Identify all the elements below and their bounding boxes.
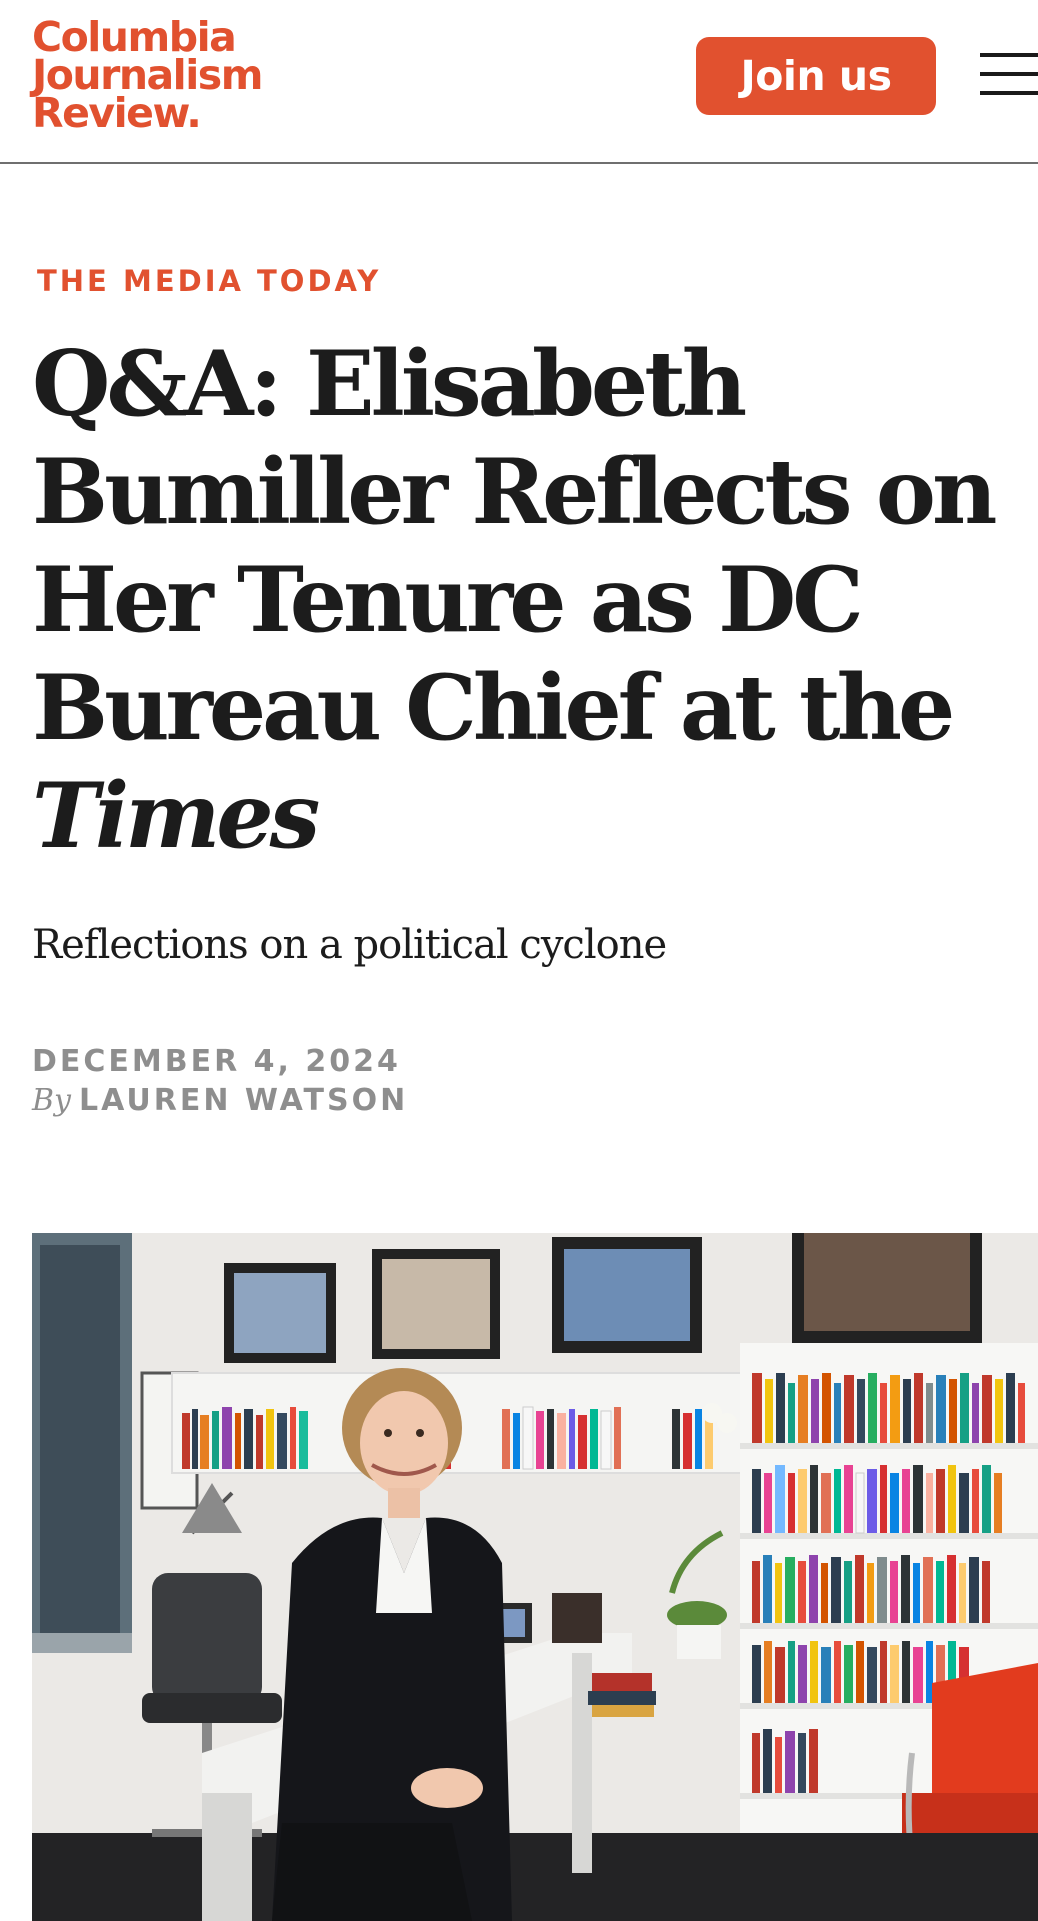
byline-prefix: By: [32, 1083, 71, 1118]
headline-line-5: Times: [32, 762, 1022, 870]
office-portrait-illustration: [32, 1233, 1038, 1921]
menu-bar-middle: [980, 72, 1038, 76]
section-kicker[interactable]: THE MEDIA TODAY: [37, 264, 381, 298]
author-link[interactable]: LAUREN WATSON: [79, 1083, 408, 1118]
hamburger-menu-icon[interactable]: [980, 53, 1038, 97]
article-dek: Reflections on a political cyclone: [32, 922, 667, 968]
headline-italic-times: Times: [32, 763, 320, 869]
menu-bar-top: [980, 53, 1038, 57]
site-header: Columbia Journalism Review. Join us: [0, 0, 1038, 164]
headline-line-4: Bureau Chief at the: [32, 655, 955, 761]
hero-photo: [32, 1233, 1038, 1921]
headline-line-2: Bumiller Reflects on: [32, 439, 997, 545]
menu-bar-bottom: [980, 91, 1038, 95]
cjr-logo[interactable]: Columbia Journalism Review.: [32, 17, 263, 137]
article-headline: Q&A: Elisabeth Bumiller Reflects on Her …: [32, 330, 1022, 870]
join-us-button[interactable]: Join us: [696, 37, 936, 115]
logo-line-3: Review.: [32, 89, 202, 137]
headline-line-3: Her Tenure as DC: [32, 547, 864, 653]
byline: By LAUREN WATSON: [32, 1083, 408, 1118]
publish-date: DECEMBER 4, 2024: [32, 1044, 401, 1079]
headline-line-1: Q&A: Elisabeth: [32, 331, 747, 437]
